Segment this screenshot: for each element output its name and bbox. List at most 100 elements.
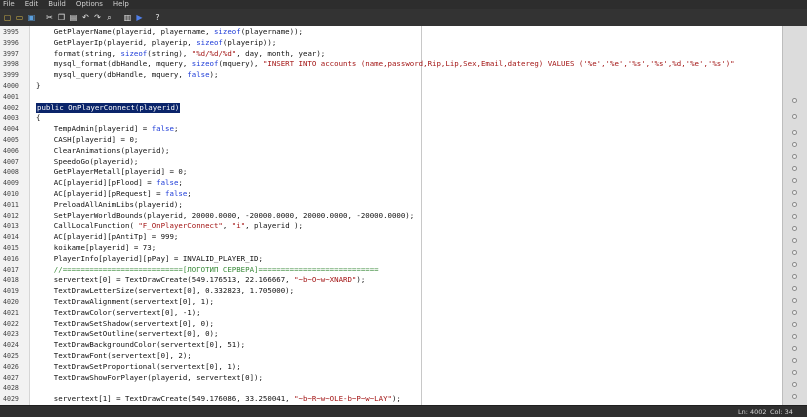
cut-icon[interactable]: ✂ [44, 12, 55, 23]
code-line[interactable]: 4023 TextDrawSetOutline(servertext[0], 0… [0, 329, 782, 340]
status-line-number: Ln: 4002 [738, 408, 767, 416]
code-line[interactable]: 3995 GetPlayerName(playerid, playername,… [0, 27, 782, 38]
code-editor[interactable]: 3995 GetPlayerName(playerid, playername,… [0, 26, 782, 405]
fold-marker-icon[interactable] [792, 262, 797, 267]
line-number: 4011 [3, 200, 19, 209]
fold-margin[interactable] [782, 26, 807, 405]
code-line[interactable]: 4028 [0, 383, 782, 394]
fold-marker-icon[interactable] [792, 322, 797, 327]
code-line[interactable]: 4015 koikame[playerid] = 73; [0, 243, 782, 254]
fold-marker-icon[interactable] [792, 346, 797, 351]
code-line[interactable]: 4011 PreloadAllAnimLibs(playerid); [0, 200, 782, 211]
code-line[interactable]: 4020 TextDrawAlignment(servertext[0], 1)… [0, 297, 782, 308]
fold-marker-icon[interactable] [792, 394, 797, 399]
menu-options[interactable]: Options [76, 0, 103, 9]
fold-marker-icon[interactable] [792, 114, 797, 119]
line-number: 3996 [3, 38, 19, 47]
code-line[interactable]: 4021 TextDrawColor(servertext[0], -1); [0, 308, 782, 319]
code-line[interactable]: 4012 SetPlayerWorldBounds(playerid, 2000… [0, 211, 782, 222]
compile-icon[interactable]: ▥ [122, 12, 133, 23]
line-number: 4006 [3, 146, 19, 155]
fold-marker-icon[interactable] [792, 286, 797, 291]
fold-marker-icon[interactable] [792, 274, 797, 279]
run-icon[interactable]: ▶ [134, 12, 145, 23]
line-number: 3995 [3, 28, 19, 36]
code-text: ClearAnimations(playerid); [36, 145, 170, 155]
fold-marker-icon[interactable] [792, 238, 797, 243]
code-line[interactable]: 4018 servertext[0] = TextDrawCreate(549.… [0, 275, 782, 286]
line-number: 4002 [3, 103, 19, 112]
code-line[interactable]: 4022 TextDrawSetShadow(servertext[0], 0)… [0, 319, 782, 330]
code-line[interactable]: 3996 GetPlayerIp(playerid, playerip, siz… [0, 38, 782, 49]
line-number: 4029 [3, 395, 19, 404]
menu-build[interactable]: Build [48, 0, 66, 9]
code-line[interactable]: 3999 mysql_query(dbHandle, mquery, false… [0, 70, 782, 81]
code-line[interactable]: 4007 SpeedoGo(playerid); [0, 157, 782, 168]
code-line[interactable]: 4029 servertext[1] = TextDrawCreate(549.… [0, 394, 782, 405]
help-icon[interactable]: ? [152, 12, 163, 23]
code-line[interactable]: 4004 TempAdmin[playerid] = false; [0, 124, 782, 135]
copy-icon[interactable]: ❐ [56, 12, 67, 23]
code-line[interactable]: 4013 CallLocalFunction( "F_OnPlayerConne… [0, 221, 782, 232]
line-number: 4007 [3, 157, 19, 166]
code-text: TextDrawSetShadow(servertext[0], 0); [36, 318, 214, 328]
code-line[interactable]: 4009 AC[playerid][pFlood] = false; [0, 178, 782, 189]
code-text: TextDrawLetterSize(servertext[0], 0.3328… [36, 286, 295, 296]
open-folder-icon[interactable]: ▭ [14, 12, 25, 23]
find-icon[interactable]: ⌕ [104, 12, 115, 23]
code-line[interactable]: 4002 public OnPlayerConnect(playerid) [0, 102, 782, 114]
fold-marker-icon[interactable] [792, 214, 797, 219]
code-line[interactable]: 4000} [0, 81, 782, 92]
fold-marker-icon[interactable] [792, 310, 797, 315]
undo-icon[interactable]: ↶ [80, 12, 91, 23]
fold-marker-icon[interactable] [792, 166, 797, 171]
code-line[interactable]: 4014 AC[playerid][pAntiTp] = 999; [0, 232, 782, 243]
menu-edit[interactable]: Edit [25, 0, 39, 9]
code-line[interactable]: 4008 GetPlayerMetall[playerid] = 0; [0, 167, 782, 178]
code-line[interactable]: 3997 format(string, sizeof(string), "%d/… [0, 49, 782, 60]
fold-marker-icon[interactable] [792, 298, 797, 303]
fold-marker-icon[interactable] [792, 370, 797, 375]
code-line[interactable]: 4017 //===========================[ЛОГОТ… [0, 265, 782, 276]
code-line[interactable]: 4016 PlayerInfo[playerid][pPay] = INVALI… [0, 254, 782, 265]
fold-marker-icon[interactable] [792, 250, 797, 255]
code-line[interactable]: 4006 ClearAnimations(playerid); [0, 146, 782, 157]
paste-icon[interactable]: ▤ [68, 12, 79, 23]
line-number: 4014 [3, 233, 19, 242]
code-line[interactable]: 4010 AC[playerid][pRequest] = false; [0, 189, 782, 200]
code-text: mysql_query(dbHandle, mquery, false); [36, 70, 219, 80]
fold-marker-icon[interactable] [792, 358, 797, 363]
fold-marker-icon[interactable] [792, 382, 797, 387]
line-number: 4009 [3, 179, 19, 188]
save-icon[interactable]: ▣ [26, 12, 37, 23]
fold-marker-icon[interactable] [792, 130, 797, 135]
fold-marker-icon[interactable] [792, 202, 797, 207]
fold-marker-icon[interactable] [792, 154, 797, 159]
code-line[interactable]: 4026 TextDrawSetProportional(servertext[… [0, 362, 782, 373]
menu-file[interactable]: File [3, 0, 15, 9]
code-line[interactable]: 4005 CASH[playerid] = 0; [0, 135, 782, 146]
line-number: 4012 [3, 211, 19, 220]
fold-marker-icon[interactable] [792, 190, 797, 195]
redo-icon[interactable]: ↷ [92, 12, 103, 23]
code-line[interactable]: 4001 [0, 92, 782, 103]
new-file-icon[interactable]: ▢ [2, 12, 13, 23]
code-line[interactable]: 4019 TextDrawLetterSize(servertext[0], 0… [0, 286, 782, 297]
line-number: 4015 [3, 244, 19, 252]
menu-help[interactable]: Help [113, 0, 129, 9]
fold-marker-icon[interactable] [792, 178, 797, 183]
code-line[interactable]: 4025 TextDrawFont(servertext[0], 2); [0, 351, 782, 362]
line-number: 4020 [3, 298, 19, 306]
code-text: servertext[1] = TextDrawCreate(549.17608… [36, 394, 401, 404]
code-line[interactable]: 4027 TextDrawShowForPlayer(playerid, ser… [0, 373, 782, 384]
code-line[interactable]: 4003 { [0, 113, 782, 124]
line-number: 4019 [3, 287, 19, 296]
code-line[interactable]: 3998 mysql_format(dbHandle, mquery, size… [0, 59, 782, 70]
fold-marker-icon[interactable] [792, 334, 797, 339]
fold-marker-icon[interactable] [792, 226, 797, 231]
fold-marker-icon[interactable] [792, 142, 797, 147]
code-text: AC[playerid][pAntiTp] = 999; [36, 232, 179, 242]
code-line[interactable]: 4024 TextDrawBackgroundColor(servertext[… [0, 340, 782, 351]
code-text: CASH[playerid] = 0; [36, 135, 139, 144]
fold-marker-icon[interactable] [792, 98, 797, 103]
